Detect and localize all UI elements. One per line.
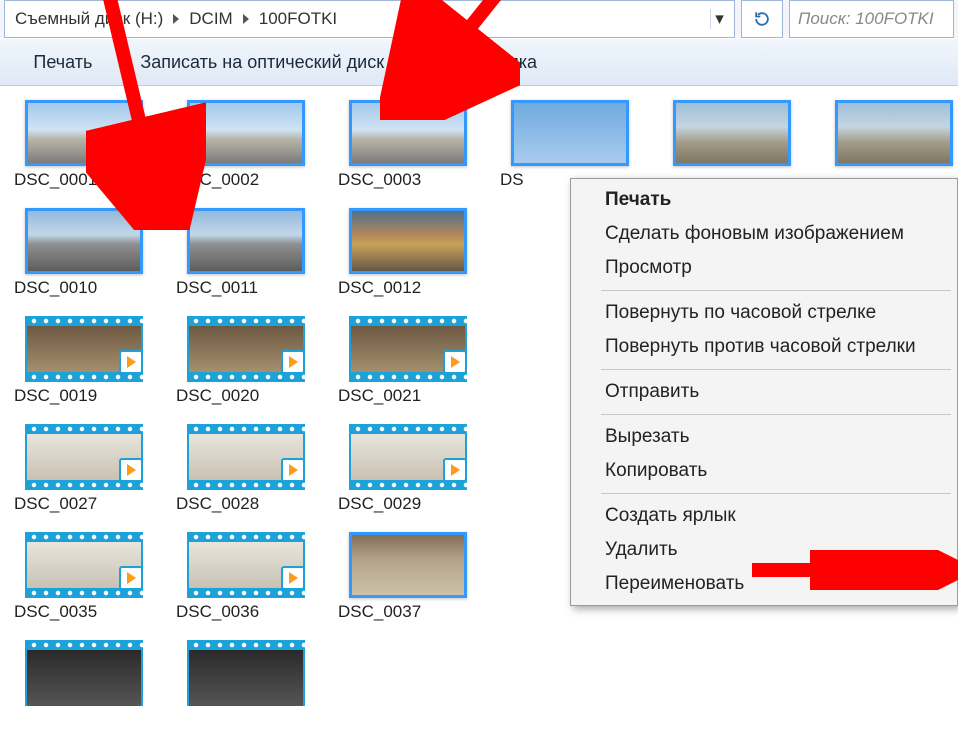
file-item[interactable]: DSC_0020 (176, 316, 316, 406)
thumbnail-image[interactable] (349, 100, 467, 166)
file-item[interactable]: DSC_0036 (176, 532, 316, 622)
file-name: DSC_0002 (176, 170, 316, 190)
thumbnail-image[interactable] (835, 100, 953, 166)
play-icon (119, 458, 143, 482)
thumbnail-video[interactable] (187, 424, 305, 490)
thumbnail-image[interactable] (25, 208, 143, 274)
ctx-cut[interactable]: Вырезать (573, 420, 955, 454)
thumbnail-image[interactable] (511, 100, 629, 166)
file-item[interactable]: DSC_0001 (14, 100, 154, 190)
file-item[interactable]: DSC_0021 (338, 316, 478, 406)
file-item[interactable]: DSC_0003 (338, 100, 478, 190)
play-icon (119, 566, 143, 590)
file-name: DSC_0019 (14, 386, 154, 406)
breadcrumb-dcim[interactable]: DCIM (185, 9, 236, 29)
refresh-icon (752, 9, 772, 29)
toolbar-new-folder[interactable]: Новая папка (432, 52, 537, 73)
play-icon (119, 350, 143, 374)
thumbnail-video[interactable] (25, 640, 143, 706)
ctx-set-wallpaper[interactable]: Сделать фоновым изображением (573, 217, 955, 251)
file-name: DSC_0035 (14, 602, 154, 622)
breadcrumb-drive[interactable]: Съемный диск (H:) (11, 9, 167, 29)
file-name: DSC_0020 (176, 386, 316, 406)
file-item[interactable]: DS (500, 100, 640, 190)
thumbnail-video[interactable] (349, 424, 467, 490)
menu-separator (601, 369, 951, 370)
file-name: DSC_0037 (338, 602, 478, 622)
file-item[interactable] (824, 100, 958, 190)
ctx-delete[interactable]: Удалить (573, 533, 955, 567)
ctx-preview[interactable]: Просмотр (573, 251, 955, 285)
file-name: DSC_0012 (338, 278, 478, 298)
play-icon (281, 458, 305, 482)
file-item[interactable]: DSC_0029 (338, 424, 478, 514)
context-menu: Печать Сделать фоновым изображением Прос… (570, 178, 958, 606)
chevron-right-icon (243, 14, 249, 24)
ctx-rename[interactable]: Переименовать (573, 567, 955, 601)
refresh-button[interactable] (741, 0, 783, 38)
toolbar: ь Печать Записать на оптический диск Нов… (0, 38, 958, 86)
file-item[interactable]: DSC_0037 (338, 532, 478, 622)
file-name: DSC_0028 (176, 494, 316, 514)
ctx-copy[interactable]: Копировать (573, 454, 955, 488)
file-item[interactable]: DSC_0035 (14, 532, 154, 622)
file-item[interactable]: DSC_0010 (14, 208, 154, 298)
thumbnail-image[interactable] (349, 532, 467, 598)
thumbnail-image[interactable] (187, 100, 305, 166)
thumbnail-video[interactable] (187, 316, 305, 382)
thumbnail-video[interactable] (187, 640, 305, 706)
file-item[interactable]: DSC_0012 (338, 208, 478, 298)
file-name: DSC_0001 (14, 170, 154, 190)
ctx-send-to[interactable]: Отправить (573, 375, 955, 409)
thumbnail-video[interactable] (25, 532, 143, 598)
ctx-create-shortcut[interactable]: Создать ярлык (573, 499, 955, 533)
address-bar: Съемный диск (H:) DCIM 100FOTKI ▾ Поиск:… (0, 0, 958, 38)
play-icon (443, 350, 467, 374)
play-icon (443, 458, 467, 482)
file-item[interactable]: DSC_0028 (176, 424, 316, 514)
thumbnail-video[interactable] (349, 316, 467, 382)
ctx-rotate-ccw[interactable]: Повернуть против часовой стрелки (573, 330, 955, 364)
file-item[interactable]: DSC_0027 (14, 424, 154, 514)
thumbnail-image[interactable] (673, 100, 791, 166)
thumbnail-image[interactable] (349, 208, 467, 274)
play-icon (281, 350, 305, 374)
menu-separator (601, 414, 951, 415)
toolbar-burn[interactable]: Записать на оптический диск (140, 52, 384, 73)
breadcrumb-100fotki[interactable]: 100FOTKI (255, 9, 341, 29)
file-item[interactable]: DSC_0011 (176, 208, 316, 298)
play-icon (281, 566, 305, 590)
chevron-right-icon (173, 14, 179, 24)
thumbnail-video[interactable] (25, 316, 143, 382)
file-name: DSC_0027 (14, 494, 154, 514)
file-item[interactable]: DSC_0002 (176, 100, 316, 190)
file-item[interactable] (662, 100, 802, 190)
file-name: DSC_0036 (176, 602, 316, 622)
file-name: DSC_0010 (14, 278, 154, 298)
breadcrumb[interactable]: Съемный диск (H:) DCIM 100FOTKI ▾ (4, 0, 735, 38)
file-name: DSC_0021 (338, 386, 478, 406)
file-item[interactable]: DSC_0019 (14, 316, 154, 406)
search-placeholder: Поиск: 100FOTKI (798, 9, 934, 29)
ctx-print[interactable]: Печать (573, 183, 955, 217)
ctx-rotate-cw[interactable]: Повернуть по часовой стрелке (573, 296, 955, 330)
breadcrumb-dropdown-icon[interactable]: ▾ (710, 9, 728, 29)
thumbnail-image[interactable] (25, 100, 143, 166)
file-name: DSC_0011 (176, 278, 316, 298)
file-item[interactable] (176, 640, 316, 706)
thumbnail-image[interactable] (187, 208, 305, 274)
menu-separator (601, 493, 951, 494)
file-item[interactable] (14, 640, 154, 706)
thumbnail-video[interactable] (25, 424, 143, 490)
file-name: DSC_0003 (338, 170, 478, 190)
menu-separator (601, 290, 951, 291)
toolbar-print[interactable]: Печать (33, 52, 92, 73)
thumbnail-video[interactable] (187, 532, 305, 598)
file-name: DSC_0029 (338, 494, 478, 514)
search-input[interactable]: Поиск: 100FOTKI (789, 0, 954, 38)
